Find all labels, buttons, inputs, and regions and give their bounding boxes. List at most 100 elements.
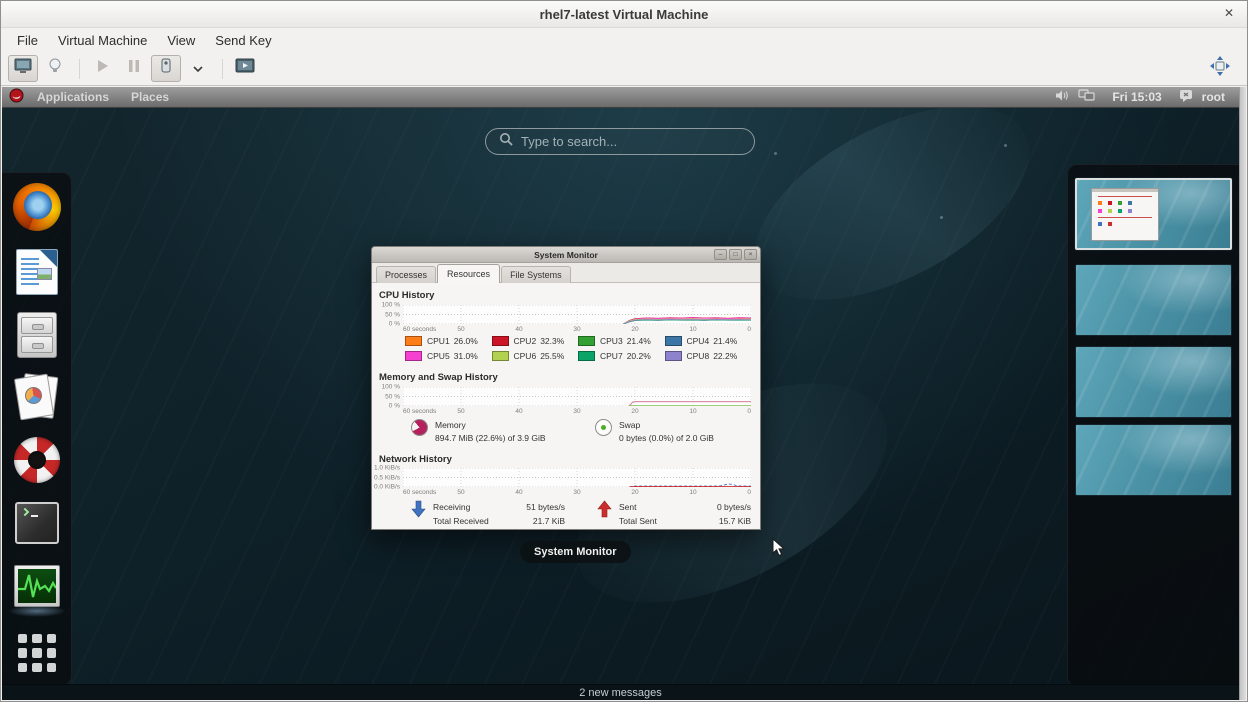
x-tick-label: 10	[689, 489, 696, 496]
run-button[interactable]	[87, 55, 117, 82]
search-input[interactable]	[521, 134, 721, 149]
x-tick-label: 40	[515, 408, 522, 415]
x-tick-label: 10	[689, 326, 696, 333]
menu-virtual-machine[interactable]: Virtual Machine	[48, 30, 157, 51]
x-tick-label: 30	[573, 489, 580, 496]
background-streak	[724, 108, 1059, 340]
memory-x-axis: 60 seconds50403020100	[403, 407, 751, 415]
dock-item-help[interactable]	[13, 436, 61, 484]
dock-item-documents[interactable]	[13, 373, 61, 421]
cpu2-color-chip	[492, 336, 509, 346]
cpu-history-plot	[403, 305, 751, 324]
background-dot	[940, 216, 943, 219]
tab-file-systems[interactable]: File Systems	[501, 266, 571, 283]
swap-value: 0 bytes (0.0%) of 2.0 GiB	[619, 432, 714, 445]
pause-button[interactable]	[119, 55, 149, 82]
memory-pie-icon	[411, 419, 428, 436]
swap-label: Swap	[619, 419, 714, 432]
x-tick-label: 60 seconds	[403, 326, 436, 333]
tab-processes[interactable]: Processes	[376, 266, 436, 283]
network-history-plot	[403, 468, 751, 487]
x-tick-label: 0	[747, 489, 751, 496]
upload-arrow-icon	[597, 500, 612, 528]
y-tick-label: 0.0 KiB/s	[374, 484, 400, 491]
cpu-legend-item: CPU822.2%	[665, 351, 752, 361]
network-history-graph: 1.0 KiB/s0.5 KiB/s0.0 KiB/s	[403, 468, 751, 487]
topbar-clock[interactable]: Fri 15:03	[1112, 90, 1161, 104]
background-dot	[1004, 144, 1007, 147]
screenshot-button[interactable]	[230, 55, 260, 82]
dock-item-system-monitor[interactable]	[13, 562, 61, 610]
window-caption-text: System Monitor	[534, 546, 617, 558]
memory-value: 894.7 MiB (22.6%) of 3.9 GiB	[435, 432, 546, 445]
topbar-right: Fri 15:03 root	[1055, 89, 1239, 105]
shutdown-menu-button[interactable]	[183, 55, 213, 82]
network-icon[interactable]	[1078, 89, 1095, 105]
sent-legend: Sent0 bytes/s Total Sent15.7 KiB	[597, 500, 751, 528]
system-monitor-titlebar[interactable]: System Monitor – □ ×	[372, 247, 760, 263]
running-indicator-glow	[8, 605, 66, 617]
y-tick-label: 0 %	[389, 403, 400, 410]
workspace-thumbnail-3[interactable]	[1075, 346, 1232, 418]
window-title: rhel7-latest Virtual Machine	[540, 7, 709, 22]
cpu4-color-chip	[665, 336, 682, 346]
network-y-axis: 1.0 KiB/s0.5 KiB/s0.0 KiB/s	[374, 468, 401, 487]
topbar-places[interactable]: Places	[122, 90, 178, 104]
message-tray[interactable]: 2 new messages	[2, 684, 1239, 700]
workspace-thumbnail-4[interactable]	[1075, 424, 1232, 496]
dock-item-files[interactable]	[13, 311, 61, 359]
shutdown-button[interactable]	[151, 55, 181, 82]
topbar-user-menu[interactable]: root	[1202, 90, 1225, 104]
shutdown-icon	[159, 57, 173, 80]
vm-scrollbar[interactable]	[1239, 87, 1246, 700]
lightbulb-icon	[47, 57, 63, 80]
x-tick-label: 40	[515, 489, 522, 496]
workspace-thumbnail-2[interactable]	[1075, 264, 1232, 336]
resize-to-vm-button[interactable]	[1205, 55, 1235, 82]
system-monitor-window[interactable]: System Monitor – □ × Processes Resources…	[371, 246, 761, 530]
receiving-legend: Receiving51 bytes/s Total Received21.7 K…	[411, 500, 565, 528]
volume-icon[interactable]	[1055, 89, 1069, 105]
firefox-icon	[13, 183, 61, 231]
close-button[interactable]: ×	[744, 249, 757, 260]
cpu-legend-item: CPU531.0%	[405, 351, 492, 361]
terminal-icon	[15, 502, 59, 544]
chat-icon[interactable]	[1179, 89, 1193, 105]
dash-dock	[2, 172, 72, 684]
minimize-button[interactable]: –	[714, 249, 727, 260]
network-history-heading: Network History	[379, 454, 452, 465]
workspace-mini-window	[1091, 188, 1159, 241]
x-tick-label: 0	[747, 408, 751, 415]
menu-view[interactable]: View	[157, 30, 205, 51]
x-tick-label: 60 seconds	[403, 489, 436, 496]
dock-item-app-grid[interactable]	[13, 629, 61, 677]
y-tick-label: 50 %	[385, 393, 400, 400]
details-button[interactable]	[40, 55, 70, 82]
x-tick-label: 40	[515, 326, 522, 333]
memory-legend: Memory 894.7 MiB (22.6%) of 3.9 GiB	[411, 419, 546, 445]
menu-send-key[interactable]: Send Key	[205, 30, 281, 51]
window-caption-pill: System Monitor	[520, 541, 631, 563]
maximize-button[interactable]: □	[729, 249, 742, 260]
search-bar[interactable]	[485, 128, 755, 155]
x-tick-label: 0	[747, 326, 751, 333]
y-tick-label: 100 %	[382, 302, 400, 309]
window-titlebar[interactable]: rhel7-latest Virtual Machine ✕	[1, 1, 1247, 28]
y-tick-label: 0 %	[389, 321, 400, 328]
menu-file[interactable]: File	[7, 30, 48, 51]
cpu6-color-chip	[492, 351, 509, 361]
topbar-left: Applications Places	[2, 88, 178, 106]
swap-legend: Swap 0 bytes (0.0%) of 2.0 GiB	[595, 419, 714, 445]
app-grid-icon	[18, 634, 56, 672]
dock-item-libreoffice-writer[interactable]	[13, 248, 61, 296]
cpu7-color-chip	[578, 351, 595, 361]
topbar-applications[interactable]: Applications	[28, 90, 118, 104]
dock-item-terminal[interactable]	[13, 499, 61, 547]
console-view-button[interactable]	[8, 55, 38, 82]
window-controls: – □ ×	[714, 249, 757, 260]
workspace-thumbnail-1[interactable]	[1075, 178, 1232, 250]
system-monitor-tabs: Processes Resources File Systems	[372, 263, 760, 283]
dock-item-firefox[interactable]	[13, 183, 61, 231]
tab-resources[interactable]: Resources	[437, 264, 500, 283]
close-icon[interactable]: ✕	[1224, 7, 1234, 19]
